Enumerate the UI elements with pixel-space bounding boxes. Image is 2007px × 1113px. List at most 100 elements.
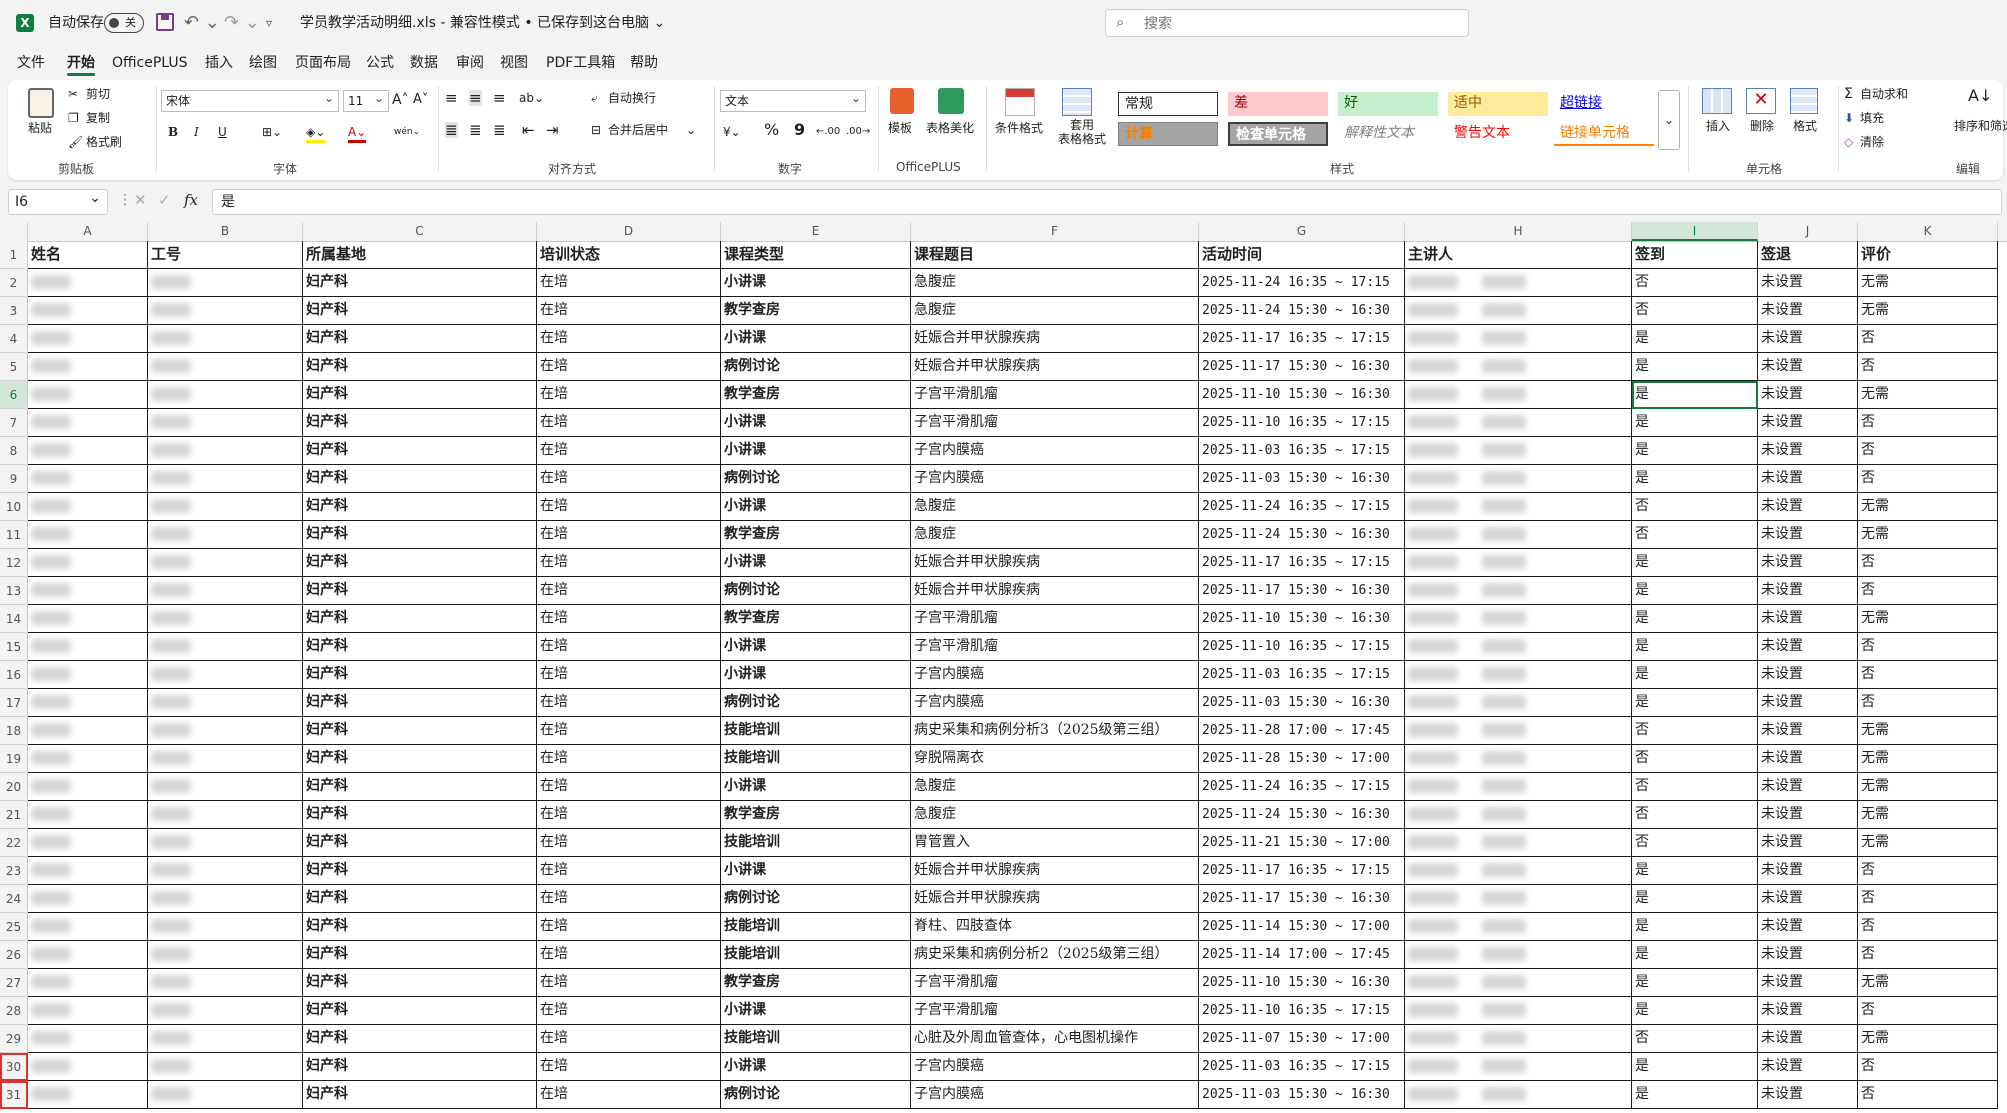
cell-a12[interactable] (28, 549, 148, 577)
cell-f27[interactable]: 子宫平滑肌瘤 (911, 969, 1199, 997)
column-header-b[interactable]: B (148, 222, 303, 241)
cell-a17[interactable] (28, 689, 148, 717)
cell-a2[interactable] (28, 269, 148, 297)
template-button[interactable]: 模板 (888, 120, 912, 136)
cell-e15[interactable]: 小讲课 (721, 633, 911, 661)
cell-f18[interactable]: 病史采集和病例分析3（2025级第三组） (911, 717, 1199, 745)
column-header-d[interactable]: D (537, 222, 721, 241)
cell-i3[interactable]: 否 (1632, 297, 1758, 325)
cell-d16[interactable]: 在培 (537, 661, 721, 689)
undo-icon[interactable]: ↶ ⌄ (184, 12, 220, 34)
paste-icon[interactable] (28, 88, 54, 118)
table-beautify-icon[interactable] (938, 88, 964, 114)
insert-function-icon[interactable]: fx (184, 191, 198, 209)
cell-b11[interactable] (148, 521, 303, 549)
cell-c12[interactable]: 妇产科 (303, 549, 537, 577)
cell-j30[interactable]: 未设置 (1758, 1053, 1858, 1081)
cell-c27[interactable]: 妇产科 (303, 969, 537, 997)
cell-k6[interactable]: 无需 (1858, 381, 1998, 409)
spreadsheet-grid[interactable]: ABCDEFGHIJK 1 2 3 4 5 6 7 8 9 10 11 12 13 14 15 16 17 18 1… (0, 222, 2007, 1113)
cell-b27[interactable] (148, 969, 303, 997)
cell-g14[interactable]: 2025-11-10 15:30 ~ 16:30 (1199, 605, 1405, 633)
cell-k10[interactable]: 无需 (1858, 493, 1998, 521)
cell-a10[interactable] (28, 493, 148, 521)
cell-j10[interactable]: 未设置 (1758, 493, 1858, 521)
cell-f1[interactable]: 课程题目 (911, 241, 1199, 269)
style-bad[interactable]: 差 (1228, 92, 1328, 116)
cell-k20[interactable]: 无需 (1858, 773, 1998, 801)
cell-d18[interactable]: 在培 (537, 717, 721, 745)
cell-g15[interactable]: 2025-11-10 16:35 ~ 17:15 (1199, 633, 1405, 661)
tab-draw[interactable]: 绘图 (249, 53, 277, 73)
cell-k14[interactable]: 无需 (1858, 605, 1998, 633)
cell-i2[interactable]: 否 (1632, 269, 1758, 297)
cell-i12[interactable]: 是 (1632, 549, 1758, 577)
cell-a7[interactable] (28, 409, 148, 437)
row-header-1[interactable]: 1 (0, 241, 28, 269)
cell-a30[interactable] (28, 1053, 148, 1081)
cell-b24[interactable] (148, 885, 303, 913)
cell-h17[interactable] (1405, 689, 1632, 717)
select-all-corner[interactable] (0, 222, 28, 241)
cell-b23[interactable] (148, 857, 303, 885)
cell-f4[interactable]: 妊娠合并甲状腺疾病 (911, 325, 1199, 353)
cell-j25[interactable]: 未设置 (1758, 913, 1858, 941)
tab-page-layout[interactable]: 页面布局 (295, 53, 351, 73)
cell-d1[interactable]: 培训状态 (537, 241, 721, 269)
search-input[interactable] (1142, 10, 1446, 38)
cell-j8[interactable]: 未设置 (1758, 437, 1858, 465)
cell-h5[interactable] (1405, 353, 1632, 381)
cell-j16[interactable]: 未设置 (1758, 661, 1858, 689)
cell-g11[interactable]: 2025-11-24 15:30 ~ 16:30 (1199, 521, 1405, 549)
cell-c22[interactable]: 妇产科 (303, 829, 537, 857)
cell-f17[interactable]: 子宫内膜癌 (911, 689, 1199, 717)
cell-b17[interactable] (148, 689, 303, 717)
increase-decimal-icon[interactable]: ←.00 (816, 124, 840, 140)
cell-f14[interactable]: 子宫平滑肌瘤 (911, 605, 1199, 633)
cell-f22[interactable]: 胃管置入 (911, 829, 1199, 857)
cell-k25[interactable]: 否 (1858, 913, 1998, 941)
cell-e16[interactable]: 小讲课 (721, 661, 911, 689)
cell-b9[interactable] (148, 465, 303, 493)
fill-icon[interactable]: ⬇ (1844, 110, 1854, 126)
cell-h30[interactable] (1405, 1053, 1632, 1081)
cell-a27[interactable] (28, 969, 148, 997)
cell-i23[interactable]: 是 (1632, 857, 1758, 885)
cell-e23[interactable]: 小讲课 (721, 857, 911, 885)
cell-j2[interactable]: 未设置 (1758, 269, 1858, 297)
cell-k29[interactable]: 无需 (1858, 1025, 1998, 1053)
cell-h12[interactable] (1405, 549, 1632, 577)
cell-c14[interactable]: 妇产科 (303, 605, 537, 633)
align-left-icon[interactable]: ≣ (445, 122, 458, 138)
row-header-13[interactable]: 13 (0, 577, 28, 605)
cell-g23[interactable]: 2025-11-17 16:35 ~ 17:15 (1199, 857, 1405, 885)
cell-e9[interactable]: 病例讨论 (721, 465, 911, 493)
cell-k5[interactable]: 否 (1858, 353, 1998, 381)
cell-f20[interactable]: 急腹症 (911, 773, 1199, 801)
cell-g2[interactable]: 2025-11-24 16:35 ~ 17:15 (1199, 269, 1405, 297)
cell-g25[interactable]: 2025-11-14 15:30 ~ 17:00 (1199, 913, 1405, 941)
cell-c17[interactable]: 妇产科 (303, 689, 537, 717)
cell-f16[interactable]: 子宫内膜癌 (911, 661, 1199, 689)
cell-j3[interactable]: 未设置 (1758, 297, 1858, 325)
column-header-c[interactable]: C (303, 222, 537, 241)
cell-k8[interactable]: 否 (1858, 437, 1998, 465)
cell-a11[interactable] (28, 521, 148, 549)
cell-g7[interactable]: 2025-11-10 16:35 ~ 17:15 (1199, 409, 1405, 437)
cell-k27[interactable]: 无需 (1858, 969, 1998, 997)
cell-c7[interactable]: 妇产科 (303, 409, 537, 437)
cell-g27[interactable]: 2025-11-10 15:30 ~ 16:30 (1199, 969, 1405, 997)
cell-d12[interactable]: 在培 (537, 549, 721, 577)
cell-d13[interactable]: 在培 (537, 577, 721, 605)
cell-e5[interactable]: 病例讨论 (721, 353, 911, 381)
cell-i21[interactable]: 否 (1632, 801, 1758, 829)
cell-b21[interactable] (148, 801, 303, 829)
decrease-decimal-icon[interactable]: .00→ (846, 124, 870, 140)
row-header-11[interactable]: 11 (0, 521, 28, 549)
cell-a6[interactable] (28, 381, 148, 409)
copy-icon[interactable]: ❐ (68, 110, 79, 126)
cell-e22[interactable]: 技能培训 (721, 829, 911, 857)
row-header-19[interactable]: 19 (0, 745, 28, 773)
row-header-3[interactable]: 3 (0, 297, 28, 325)
cell-j11[interactable]: 未设置 (1758, 521, 1858, 549)
